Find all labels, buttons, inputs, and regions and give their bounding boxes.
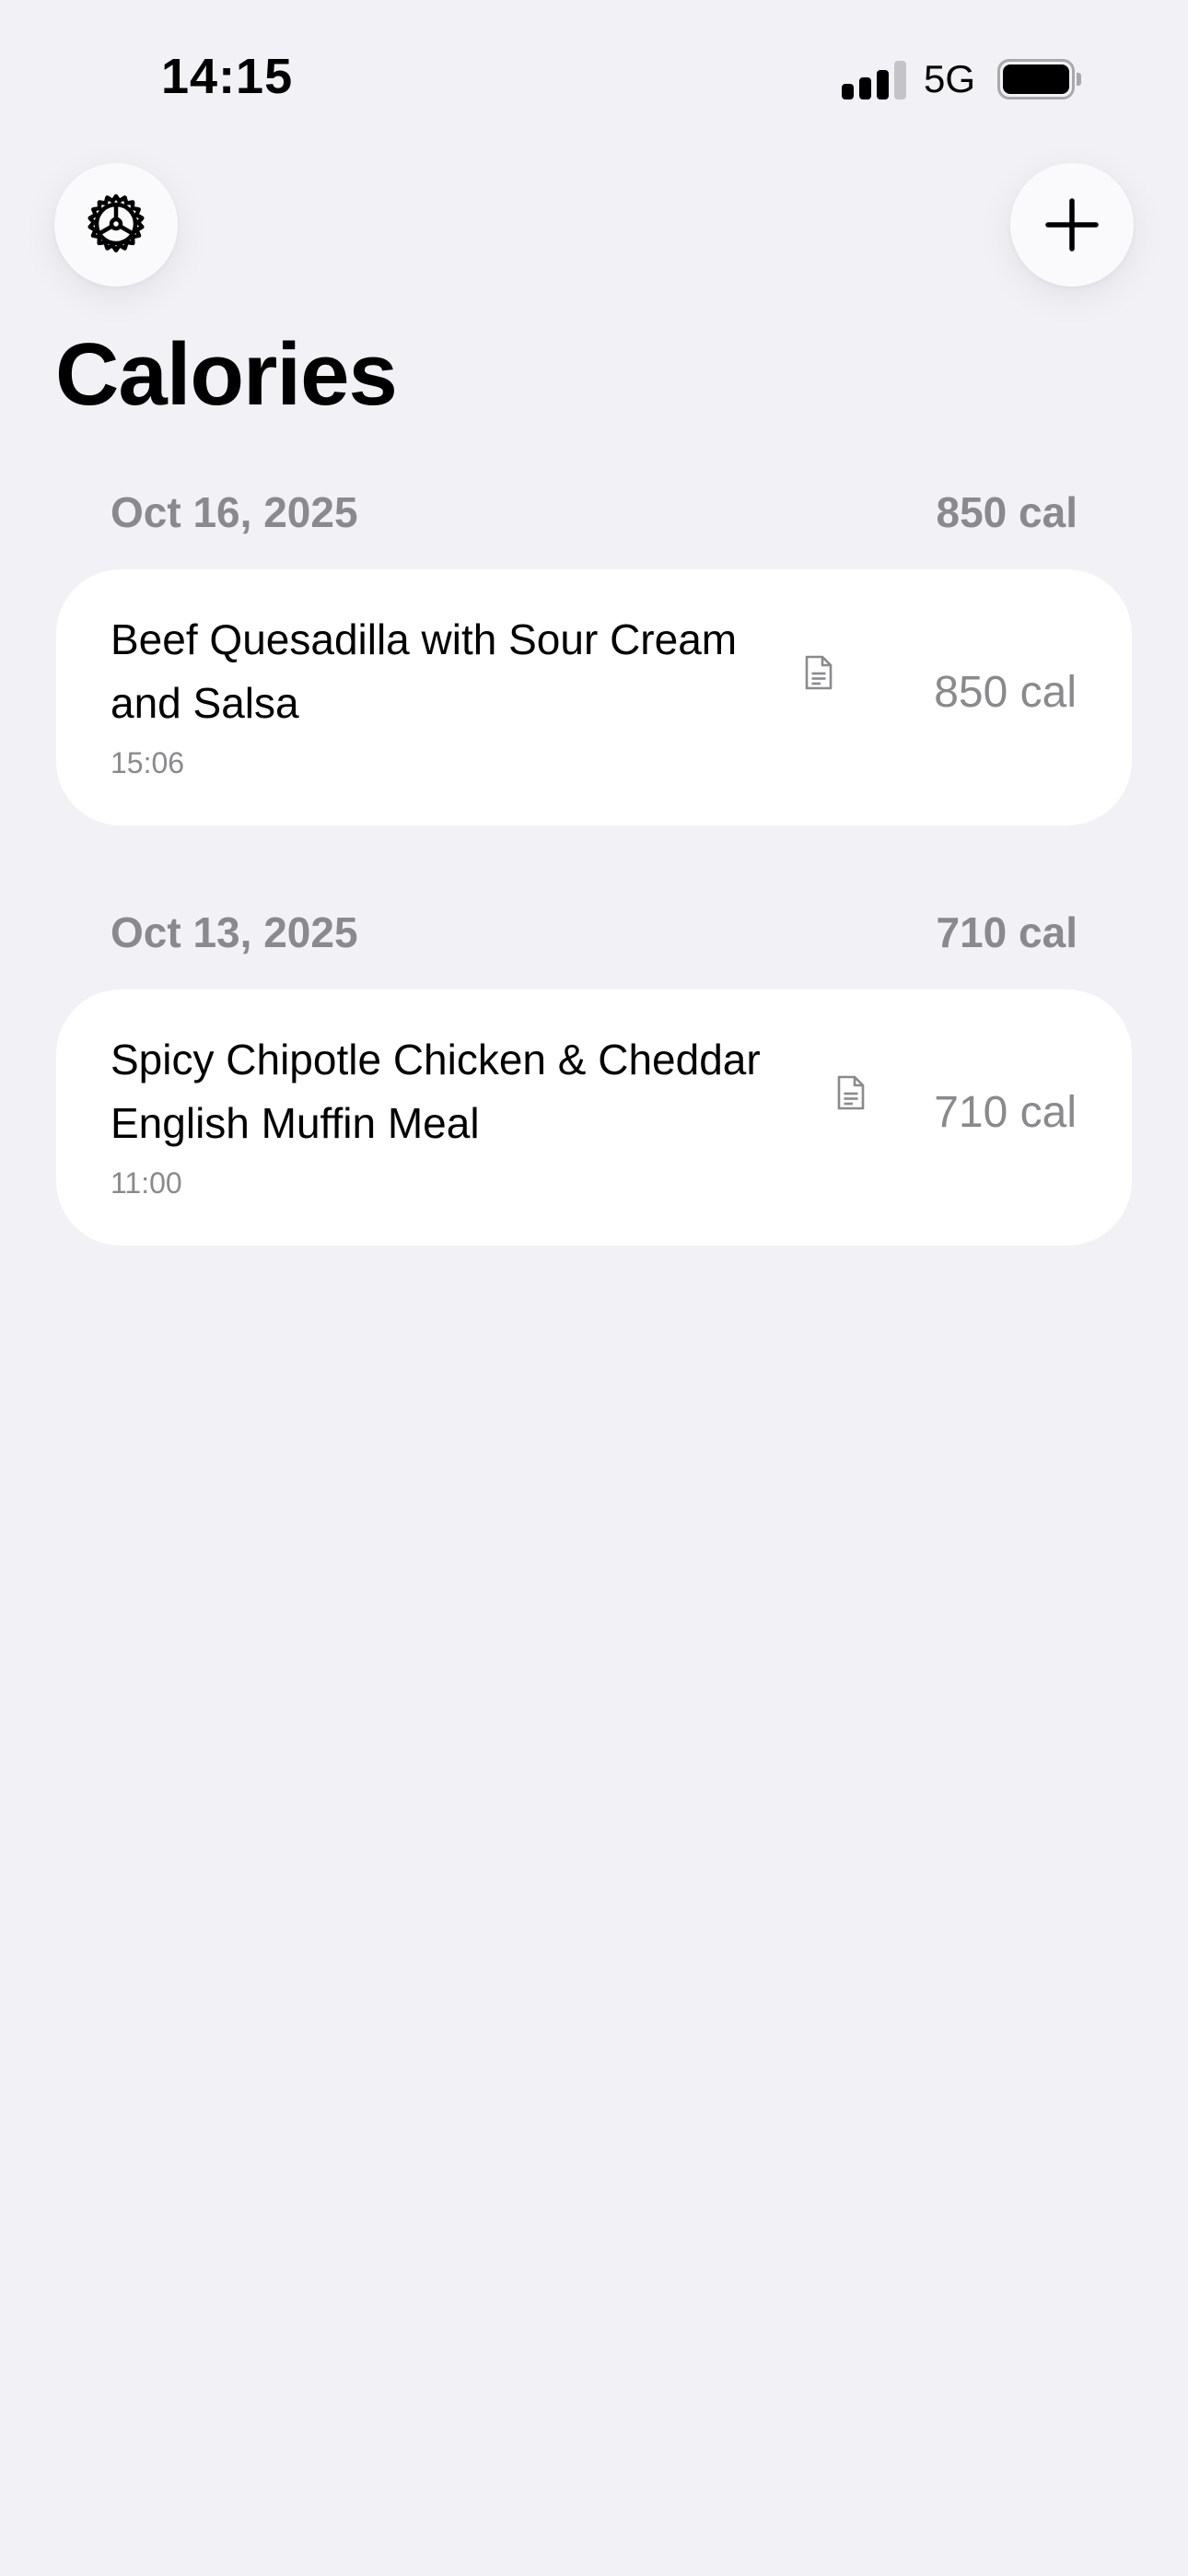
- meal-entry-card[interactable]: Beef Quesadilla with Sour Cream and Sals…: [56, 569, 1132, 825]
- document-icon: [837, 1075, 865, 1110]
- gear-icon: [87, 193, 145, 252]
- meal-name: Beef Quesadilla with Sour Cream and Sals…: [111, 615, 738, 727]
- meal-entry-card[interactable]: Spicy Chipotle Chicken & Cheddar English…: [56, 989, 1132, 1246]
- settings-button[interactable]: [54, 163, 178, 287]
- status-bar: 14:15 5G: [0, 0, 1188, 157]
- meal-time: 15:06: [111, 746, 185, 779]
- page-title: Calories: [55, 325, 398, 424]
- meal-calories: 850 cal: [934, 668, 1077, 717]
- network-type: 5G: [924, 57, 976, 100]
- section-date: Oct 16, 2025: [111, 488, 358, 536]
- meal-name: Spicy Chipotle Chicken & Cheddar English…: [111, 1036, 761, 1147]
- section-header: Oct 16, 2025 850 cal: [111, 485, 1077, 540]
- document-icon: [805, 655, 833, 690]
- add-entry-button[interactable]: [1010, 163, 1134, 287]
- plus-icon: [1045, 198, 1099, 252]
- section-header: Oct 13, 2025 710 cal: [111, 905, 1077, 960]
- meal-calories: 710 cal: [934, 1088, 1077, 1137]
- status-time: 14:15: [161, 49, 294, 104]
- battery-icon: [997, 59, 1081, 100]
- meal-time: 11:00: [111, 1166, 182, 1200]
- section-date: Oct 13, 2025: [111, 908, 358, 956]
- cellular-signal-icon: [842, 61, 906, 100]
- section-total-calories: 710 cal: [936, 908, 1077, 956]
- section-total-calories: 850 cal: [936, 488, 1077, 536]
